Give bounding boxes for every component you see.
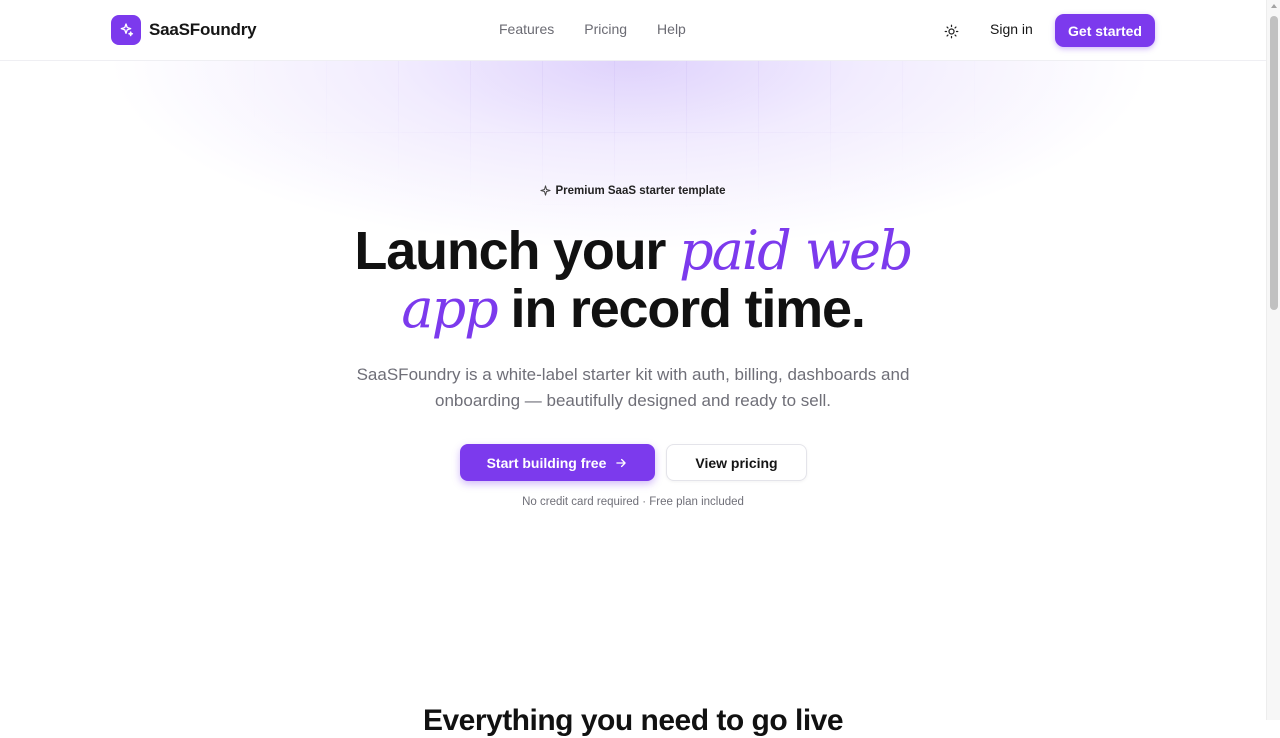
- hero-title: Launch your paid web app in record time.: [0, 219, 1266, 340]
- nav-features[interactable]: Features: [499, 21, 554, 37]
- hero-title-accent1: paid web: [679, 219, 914, 282]
- hero-badge-text: Premium SaaS starter template: [555, 185, 726, 197]
- sparkle-icon: [540, 185, 552, 199]
- get-started-button[interactable]: Get started: [1055, 14, 1155, 47]
- brand-name: SaaSFoundry: [149, 20, 257, 39]
- sign-in-link[interactable]: Sign in: [990, 21, 1033, 37]
- hero-title-part2: in record time.: [496, 279, 866, 339]
- hero-title-part1: Launch your: [354, 221, 680, 281]
- start-building-label: Start building free: [486, 454, 607, 471]
- scrollbar-thumb[interactable]: [1270, 16, 1278, 310]
- scroll-up-arrow-icon[interactable]: [1271, 4, 1277, 8]
- sun-icon: [944, 24, 958, 38]
- nav-help[interactable]: Help: [657, 21, 686, 37]
- hero-subtitle: SaaSFoundry is a white-label starter kit…: [356, 365, 910, 410]
- arrow-right-icon: [616, 458, 627, 467]
- hero-badge: Premium SaaS starter template: [0, 185, 1266, 199]
- brand[interactable]: SaaSFoundry: [111, 15, 257, 45]
- page-scrollbar[interactable]: [1266, 0, 1280, 720]
- hero-title-accent2: app: [401, 277, 498, 340]
- site-header: SaaSFoundry Features Pricing Help Sign i…: [0, 0, 1266, 61]
- main-nav: Features Pricing Help: [499, 21, 686, 37]
- sparkles-icon: [111, 15, 141, 45]
- theme-toggle-button[interactable]: [938, 18, 964, 44]
- view-pricing-button[interactable]: View pricing: [666, 444, 807, 481]
- hero-note: No credit card required · Free plan incl…: [522, 496, 744, 508]
- nav-pricing[interactable]: Pricing: [584, 21, 627, 37]
- features-heading: Everything you need to go live: [422, 704, 844, 737]
- start-building-button[interactable]: Start building free: [460, 444, 655, 481]
